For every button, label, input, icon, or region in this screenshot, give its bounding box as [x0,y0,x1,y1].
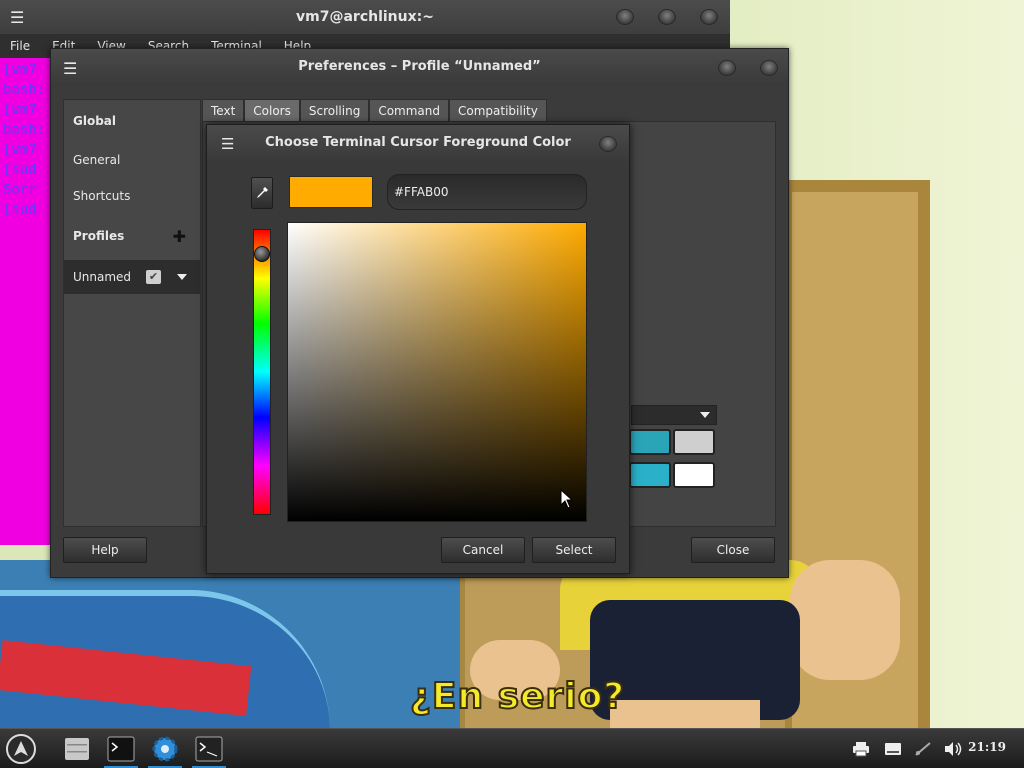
terminal-window-buttons [616,9,718,25]
wallpaper-character-arm [790,560,900,680]
sidebar-item-profile-unnamed[interactable]: Unnamed ✔ [64,260,200,294]
hue-slider[interactable] [253,229,271,515]
palette-swatch[interactable] [673,429,715,455]
tab-colors[interactable]: Colors [244,99,300,121]
add-profile-icon[interactable]: ✚ [173,227,186,246]
terminal-line: [sud [3,202,37,218]
tab-compatibility[interactable]: Compatibility [449,99,547,121]
close-button[interactable] [599,136,617,152]
terminal-output[interactable]: [vm7 bash: [vm7 bash: [vm7 [sud Sorr [su… [0,58,50,545]
help-button[interactable]: Help [63,537,147,563]
hex-color-input[interactable] [387,174,587,210]
keyboard-icon[interactable] [882,739,904,759]
tab-text[interactable]: Text [202,99,245,121]
hamburger-menu-icon[interactable]: ☰ [10,8,24,27]
tab-scrolling[interactable]: Scrolling [299,99,370,121]
terminal-line: [vm7 [3,142,37,158]
color-preview-swatch [289,176,373,208]
sidebar-item-general[interactable]: General [64,143,200,177]
eyedropper-button[interactable] [251,177,273,209]
file-manager-icon [65,738,89,760]
profile-name: Unnamed [73,270,132,284]
terminal-titlebar[interactable]: ☰ vm7@archlinux:~ [0,0,730,34]
terminal-line: bash: [3,122,46,138]
taskbar-terminal[interactable] [104,733,138,768]
terminal-line: Sorr [3,182,37,198]
select-button[interactable]: Select [532,537,616,563]
close-button[interactable] [760,60,778,76]
sidebar-item-shortcuts[interactable]: Shortcuts [64,179,200,213]
chooser-title: Choose Terminal Cursor Foreground Color [265,135,571,150]
printer-icon[interactable] [850,739,872,759]
minimize-button[interactable] [718,60,736,76]
taskbar-file-manager[interactable] [60,733,94,765]
taskbar-clock[interactable]: 21:19 [968,740,1006,754]
palette-swatch[interactable] [629,462,671,488]
profile-menu-chevron-down-icon[interactable] [177,274,187,280]
menu-file[interactable]: File [10,39,30,53]
terminal-icon [195,736,223,762]
terminal-icon [107,736,135,762]
sidebar-heading-global: Global [73,114,117,128]
volume-icon[interactable] [942,739,964,759]
minimize-button[interactable] [616,9,634,25]
palette-swatch[interactable] [673,462,715,488]
terminal-line: [vm7 [3,102,37,118]
chooser-titlebar[interactable]: ☰ Choose Terminal Cursor Foreground Colo… [207,125,629,161]
preferences-title: Preferences – Profile “Unnamed” [298,59,541,74]
app-menu-button[interactable] [4,733,38,765]
terminal-line: [vm7 [3,62,37,78]
palette-swatch[interactable] [629,429,671,455]
taskbar: 21:19 [0,728,1024,768]
palette-dropdown[interactable] [631,405,717,425]
profiles-label: Profiles [73,229,125,243]
saturation-value-plane[interactable] [287,222,587,522]
taskbar-terminal-2[interactable] [192,733,226,768]
arch-logo-icon [6,734,36,764]
color-chooser-dialog: ☰ Choose Terminal Cursor Foreground Colo… [206,124,630,574]
chevron-down-icon [700,412,710,418]
preferences-tabs: Text Colors Scrolling Command Compatibil… [202,99,547,121]
default-profile-check-icon: ✔ [146,270,161,284]
cancel-button[interactable]: Cancel [441,537,525,563]
wallpaper-subtitle: ¿En serio? [409,675,626,718]
close-preferences-button[interactable]: Close [691,537,775,563]
tab-command[interactable]: Command [369,99,450,121]
terminal-line: bash: [3,82,46,98]
network-icon[interactable] [912,739,934,759]
maximize-button[interactable] [658,9,676,25]
taskbar-settings[interactable] [148,733,182,768]
eyedropper-icon [257,187,268,198]
preferences-titlebar[interactable]: ☰ Preferences – Profile “Unnamed” [51,49,788,87]
gear-icon [152,736,178,762]
sidebar-heading-profiles: Profiles ✚ [64,219,200,253]
close-button[interactable] [700,9,718,25]
preferences-sidebar: Global General Shortcuts Profiles ✚ Unna… [63,99,201,527]
preferences-window-buttons [718,60,778,76]
terminal-line: [sud [3,162,37,178]
